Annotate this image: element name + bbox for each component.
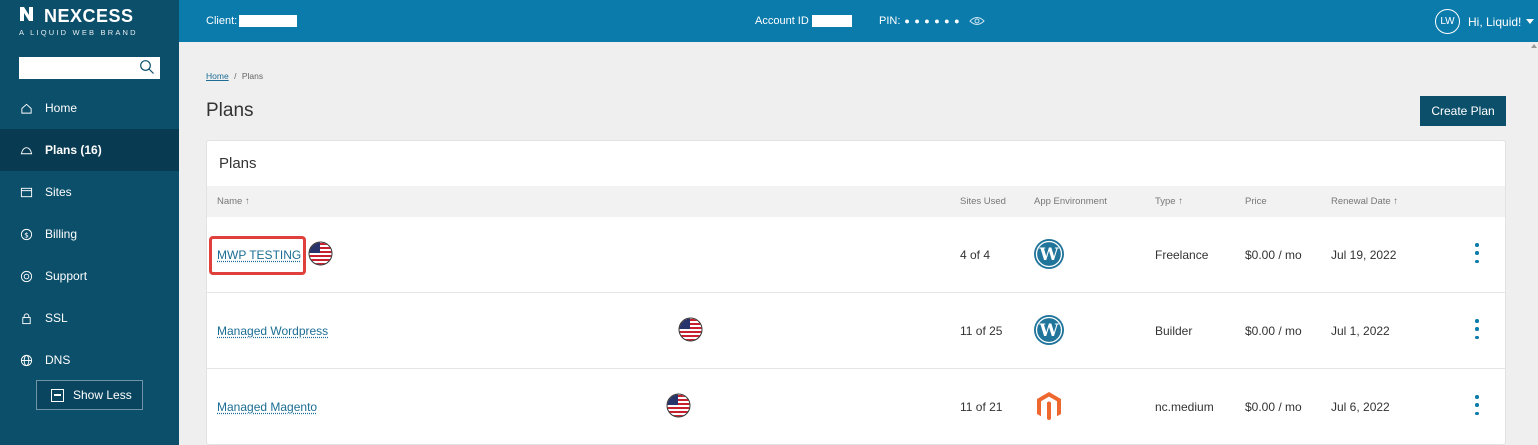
show-less-button[interactable]: Show Less	[36, 380, 143, 410]
column-header-name[interactable]: Name ↑	[217, 196, 250, 207]
sidebar-item-dns[interactable]: DNS	[0, 339, 179, 381]
globe-icon	[19, 353, 33, 367]
sidebar-item-support[interactable]: Support	[0, 255, 179, 297]
avatar: LW	[1435, 9, 1460, 34]
sites-used-value: 4 of 4	[960, 248, 991, 262]
svg-text:W: W	[1038, 245, 1059, 265]
table-row: Managed Wordpress 11 of 25 W Builder $0.…	[207, 293, 1505, 369]
sites-used-value: 11 of 25	[960, 324, 1003, 338]
wordpress-icon: W	[1033, 314, 1065, 346]
sidebar-item-home[interactable]: Home	[0, 87, 179, 129]
brand-logo[interactable]: NEXCESS A LIQUID WEB BRAND	[0, 0, 179, 42]
plan-type-value: Freelance	[1155, 248, 1209, 262]
home-icon	[19, 101, 33, 115]
plan-name-link[interactable]: Managed Magento	[217, 400, 317, 414]
sidebar-item-plans[interactable]: Plans (16)	[0, 129, 179, 171]
us-flag-icon	[308, 241, 333, 266]
sidebar-item-label: Plans (16)	[45, 143, 102, 157]
scroll-up-arrow-icon[interactable]	[1531, 44, 1537, 48]
column-header-type[interactable]: Type ↑	[1155, 196, 1183, 207]
more-options-icon[interactable]	[1474, 395, 1480, 415]
table-row: Managed Magento 11 of 21 nc.medium $0.00…	[207, 369, 1505, 444]
sidebar-item-label: DNS	[45, 353, 71, 367]
dollar-circle-icon: $	[19, 227, 33, 241]
plan-name-link[interactable]: MWP TESTING	[217, 248, 301, 262]
breadcrumb-current: Plans	[241, 71, 264, 81]
magento-icon	[1033, 390, 1065, 422]
sidebar-item-ssl[interactable]: SSL	[0, 297, 179, 339]
sidebar-item-label: Sites	[45, 185, 72, 199]
column-header-sites-used: Sites Used	[960, 196, 1006, 207]
sidebar-item-label: Support	[45, 269, 88, 283]
chevron-down-icon	[1526, 19, 1535, 24]
client-info: Client:	[206, 15, 298, 27]
price-value: $0.00 / mo	[1245, 400, 1302, 414]
more-options-icon[interactable]	[1474, 243, 1480, 263]
pin-label: PIN:	[879, 15, 901, 27]
user-greeting: Hi, Liquid!	[1468, 14, 1522, 29]
plan-name-link[interactable]: Managed Wordpress	[217, 324, 328, 338]
more-options-icon[interactable]	[1474, 319, 1480, 339]
breadcrumb-separator: /	[234, 71, 237, 81]
account-info: Account ID	[755, 15, 852, 27]
table-header: Name ↑ Sites Used App Environment Type ↑…	[207, 186, 1505, 217]
sidebar-item-label: Billing	[45, 227, 78, 241]
client-label: Client:	[206, 15, 238, 27]
price-value: $0.00 / mo	[1245, 324, 1302, 338]
pin-mask: ● ● ● ● ● ●	[904, 16, 961, 26]
sidebar-search	[19, 57, 160, 79]
plans-panel: Plans Name ↑ Sites Used App Environment …	[206, 140, 1506, 445]
sidebar-item-sites[interactable]: Sites	[0, 171, 179, 213]
show-less-label: Show Less	[73, 388, 132, 402]
sidebar-nav: Home Plans (16) Sites $ Billing Support	[0, 87, 179, 381]
pin-info: PIN: ● ● ● ● ● ●	[879, 15, 985, 27]
page-title: Plans	[206, 100, 254, 121]
nexcess-logo-icon	[19, 6, 39, 27]
account-label: Account ID	[755, 15, 809, 27]
account-id-redacted	[811, 15, 852, 27]
sidebar-item-label: SSL	[45, 311, 68, 325]
browser-window-icon	[19, 185, 33, 199]
brand-name: NEXCESS	[44, 6, 134, 26]
renewal-date-value: Jul 1, 2022	[1331, 324, 1390, 338]
wordpress-icon: W	[1033, 238, 1065, 270]
client-redacted	[239, 15, 298, 27]
us-flag-icon	[666, 393, 691, 418]
page-scrollbar[interactable]	[1530, 42, 1538, 445]
breadcrumb-home-link[interactable]: Home	[206, 71, 229, 81]
plan-type-value: Builder	[1155, 324, 1193, 338]
brand-tagline: A LIQUID WEB BRAND	[19, 28, 138, 37]
sidebar-item-label: Home	[45, 101, 78, 115]
column-header-app-environment: App Environment	[1034, 196, 1107, 207]
eye-icon[interactable]	[968, 16, 985, 26]
user-menu[interactable]: LW Hi, Liquid!	[1435, 9, 1535, 34]
sidebar-item-billing[interactable]: $ Billing	[0, 213, 179, 255]
minus-square-icon	[51, 388, 64, 402]
table-row: MWP TESTING 4 of 4 W Freelance $0.00 / m…	[207, 217, 1505, 293]
create-plan-button[interactable]: Create Plan	[1420, 96, 1506, 126]
top-bar: Client: Account ID PIN: ● ● ● ● ● ● LW H…	[179, 0, 1538, 42]
search-icon[interactable]	[139, 59, 155, 75]
svg-text:$: $	[24, 230, 29, 239]
lifebuoy-icon	[19, 269, 33, 283]
breadcrumb: Home / Plans	[206, 71, 263, 81]
price-value: $0.00 / mo	[1245, 248, 1302, 262]
renewal-date-value: Jul 19, 2022	[1331, 248, 1397, 262]
cloud-icon	[19, 143, 33, 157]
panel-title: Plans	[219, 155, 257, 172]
column-header-renewal-date[interactable]: Renewal Date ↑	[1331, 196, 1398, 207]
sites-used-value: 11 of 21	[960, 400, 1003, 414]
us-flag-icon	[678, 317, 703, 342]
plan-type-value: nc.medium	[1155, 400, 1214, 414]
svg-text:W: W	[1038, 321, 1059, 341]
column-header-price: Price	[1245, 196, 1267, 207]
lock-icon	[19, 311, 33, 325]
renewal-date-value: Jul 6, 2022	[1331, 400, 1390, 414]
sidebar: NEXCESS A LIQUID WEB BRAND Home Plans (1…	[0, 0, 179, 445]
